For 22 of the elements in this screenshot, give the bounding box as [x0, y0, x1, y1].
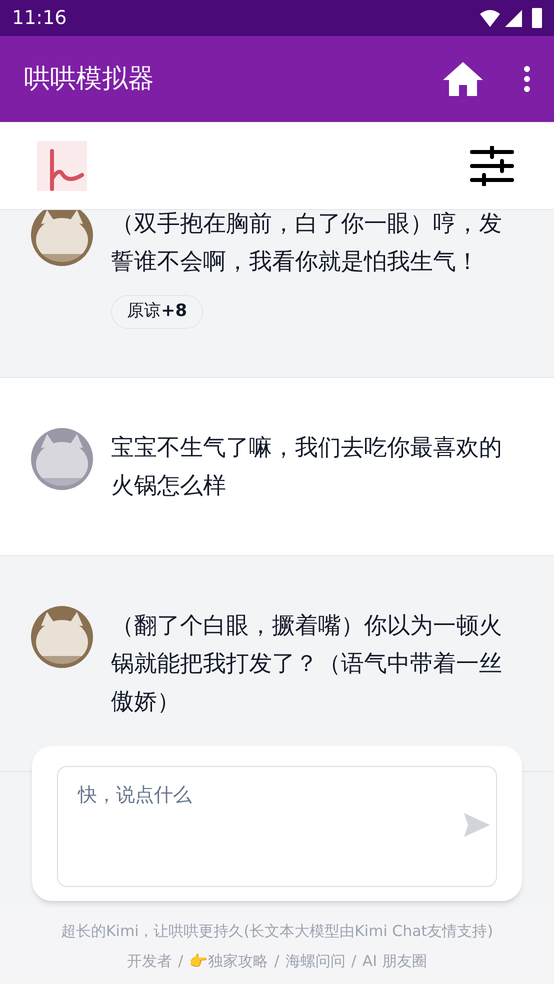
footer-link[interactable]: 👉独家攻略 [189, 950, 268, 972]
footer-link[interactable]: 海螺问问 [285, 950, 346, 972]
separator: / [274, 951, 280, 972]
reaction-badge: 原谅+8 [111, 295, 204, 328]
more-icon[interactable] [524, 66, 530, 92]
message-input[interactable]: 快，说点什么 [58, 767, 496, 886]
wifi-icon [479, 9, 501, 27]
separator: / [178, 951, 184, 972]
message-text: （双手抱在胸前，白了你一眼）哼，发誓谁不会啊，我看你就是怕我生气！ [111, 210, 503, 277]
signal-icon [505, 10, 522, 26]
home-icon[interactable] [442, 61, 484, 97]
message-text: （翻了个白眼，撅着嘴）你以为一顿火锅就能把我打发了？（语气中带着一丝傲娇） [111, 612, 503, 716]
battery-icon [532, 8, 542, 28]
logo-icon [37, 140, 87, 190]
separator: / [351, 951, 356, 972]
settings-icon[interactable] [470, 146, 514, 186]
footer-link[interactable]: 开发者 [127, 950, 172, 972]
message-text: 宝宝不生气了嘛，我们去吃你最喜欢的火锅怎么样 [111, 434, 503, 500]
clock: 11:16 [12, 6, 67, 31]
footer-link[interactable]: AI 朋友圈 [362, 950, 427, 972]
app-title: 哄哄模拟器 [24, 62, 155, 96]
footer-notice: 超长的Kimi，让哄哄更持久(长文本大模型由Kimi Chat友情支持) [60, 920, 494, 942]
